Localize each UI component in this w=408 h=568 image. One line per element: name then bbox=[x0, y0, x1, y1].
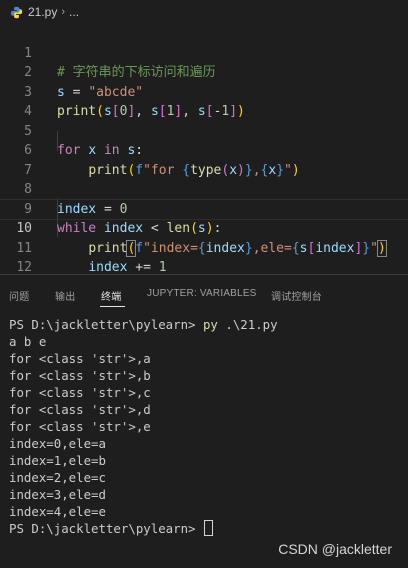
panel-tabs: 问题 输出 终端 JUPYTER: VARIABLES 调试控制台 bbox=[0, 280, 408, 310]
terminal-output-line: for <class 'str'>,a bbox=[9, 351, 151, 366]
code-line[interactable]: 11 index += 1 bbox=[0, 219, 408, 276]
terminal-cursor bbox=[203, 520, 213, 536]
terminal-prompt: PS D:\jackletter\pylearn> bbox=[9, 317, 196, 332]
terminal-output-line: for <class 'str'>,d bbox=[9, 402, 151, 417]
terminal-final-line: PS D:\jackletter\pylearn> bbox=[9, 520, 404, 537]
code-line[interactable]: 12 bbox=[0, 239, 408, 275]
code-line-active[interactable]: 10 print(f"index={index},ele={s[index]}"… bbox=[0, 198, 408, 257]
tab-jupyter-variables[interactable]: JUPYTER: VARIABLES bbox=[147, 288, 257, 299]
breadcrumb-file[interactable]: 21.py bbox=[28, 5, 57, 19]
panel-divider[interactable] bbox=[0, 274, 408, 275]
terminal[interactable]: PS D:\jackletter\pylearn> py .\21.py a b… bbox=[9, 316, 404, 537]
terminal-command-line: PS D:\jackletter\pylearn> py .\21.py bbox=[9, 316, 404, 333]
code-line[interactable]: 3 print(s[0], s[1], s[-1]) bbox=[0, 63, 408, 120]
terminal-output-line: for <class 'str'>,b bbox=[9, 368, 151, 383]
terminal-output-line: for <class 'str'>,e bbox=[9, 419, 151, 434]
tab-problems[interactable]: 问题 bbox=[9, 288, 29, 303]
code-line[interactable]: 8 index = 0 bbox=[0, 161, 408, 217]
terminal-output-line: index=4,ele=e bbox=[9, 504, 106, 519]
python-file-icon bbox=[9, 5, 23, 19]
code-line[interactable]: 6 print(f"for {type(x)},{x}") bbox=[0, 122, 408, 178]
code-line[interactable]: 9 while index < len(s): bbox=[0, 180, 408, 237]
tab-debug-console[interactable]: 调试控制台 bbox=[271, 288, 322, 303]
terminal-output-line: index=3,ele=d bbox=[9, 487, 106, 502]
tab-output[interactable]: 输出 bbox=[55, 288, 75, 303]
code-line[interactable]: 7 bbox=[0, 141, 408, 178]
active-tab-indicator bbox=[100, 306, 125, 307]
terminal-output-line: index=1,ele=b bbox=[9, 453, 106, 468]
terminal-output-line: for <class 'str'>,c bbox=[9, 385, 151, 400]
terminal-output-line: index=2,ele=c bbox=[9, 470, 106, 485]
terminal-prompt: PS D:\jackletter\pylearn> bbox=[9, 521, 196, 536]
breadcrumb-symbols[interactable]: ... bbox=[69, 5, 79, 19]
tab-terminal[interactable]: 终端 bbox=[101, 288, 121, 303]
terminal-command-arg: .\21.py bbox=[225, 317, 278, 332]
terminal-output-line: a b e bbox=[9, 334, 47, 349]
code-editor[interactable]: 1 # 字符串的下标访问和遍历 2 s = "abcde" 3 print(s[… bbox=[0, 24, 408, 276]
breadcrumb: 21.py › ... bbox=[0, 0, 408, 24]
terminal-output-line: index=0,ele=a bbox=[9, 436, 106, 451]
watermark: CSDN @jackletter bbox=[278, 541, 392, 557]
terminal-command: py bbox=[202, 317, 218, 332]
code-line[interactable]: 2 s = "abcde" bbox=[0, 44, 408, 100]
code-line[interactable]: 5 for x in s: bbox=[0, 102, 408, 159]
code-line[interactable]: 1 # 字符串的下标访问和遍历 bbox=[0, 24, 408, 81]
chevron-right-icon: › bbox=[61, 6, 66, 18]
code-line[interactable]: 4 bbox=[0, 83, 408, 119]
